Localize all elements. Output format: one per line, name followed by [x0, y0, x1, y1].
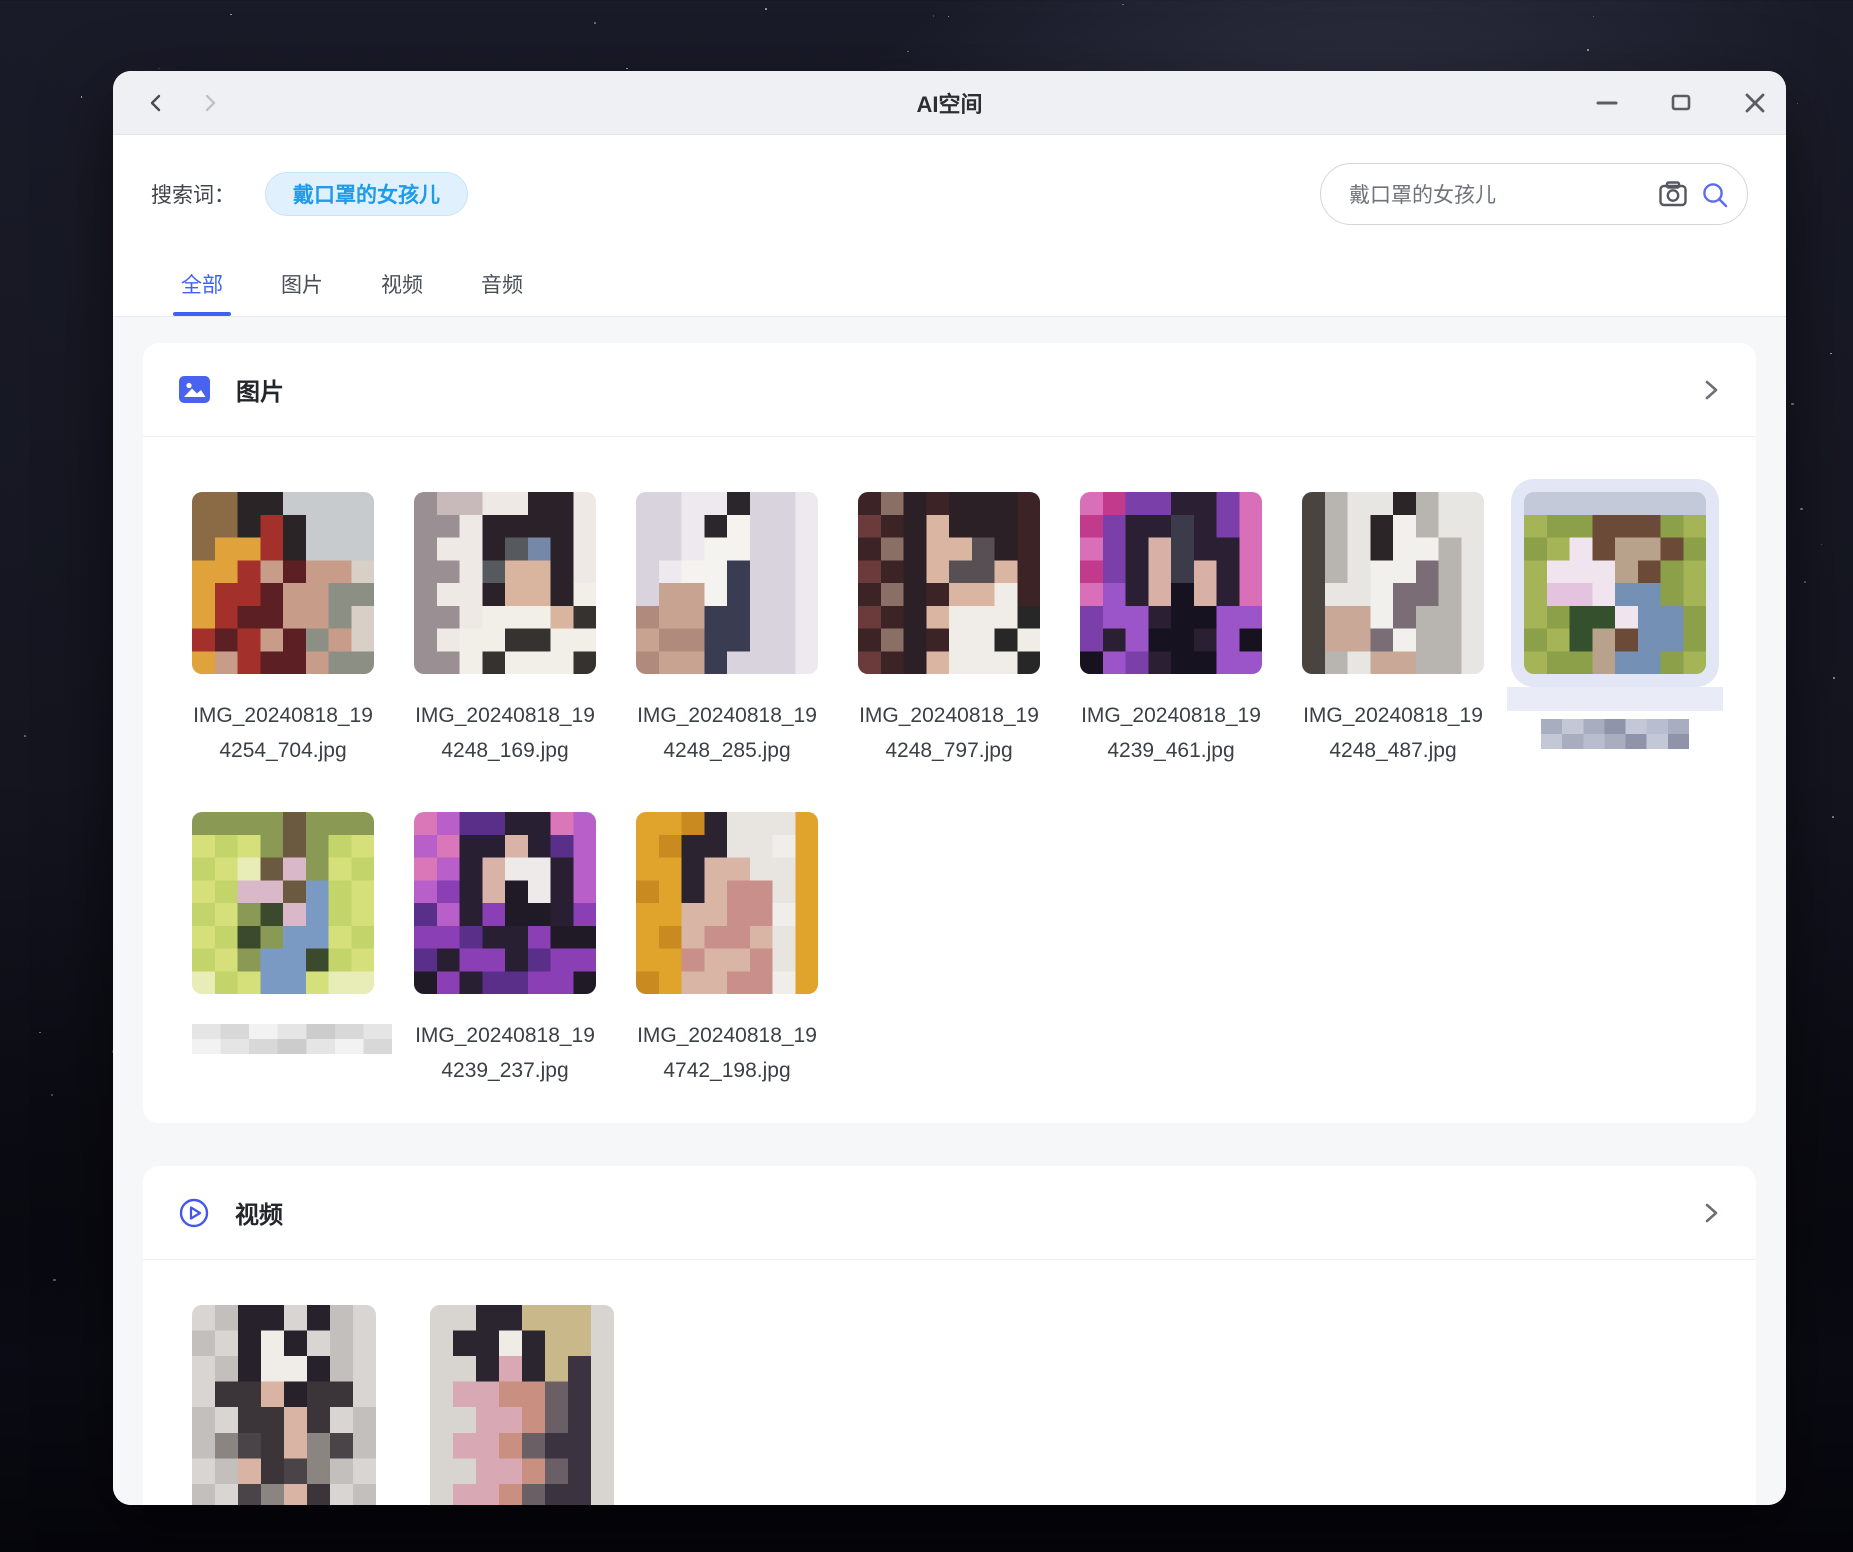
image-thumbnail[interactable]	[858, 492, 1040, 674]
titlebar: AI空间	[113, 71, 1786, 135]
thumbnail-filename: IMG_20240818_19 4248_797.jpg	[859, 704, 1039, 762]
image-thumbnail[interactable]	[414, 812, 596, 994]
pixelated-photo	[1080, 492, 1262, 674]
tab-1[interactable]: 图片	[281, 252, 323, 316]
search-icon[interactable]	[1700, 180, 1730, 210]
image-thumbnail[interactable]	[192, 812, 374, 994]
censored-filename	[1541, 719, 1689, 749]
search-term-tag[interactable]: 戴口罩的女孩儿	[265, 171, 468, 216]
video-thumbnail-item[interactable]	[430, 1305, 614, 1505]
image-icon	[179, 376, 210, 403]
search-term-label: 搜索词：	[151, 183, 235, 207]
image-thumbnail[interactable]	[414, 492, 596, 674]
thumbnail-filename: IMG_20240818_19 4248_487.jpg	[1303, 704, 1483, 762]
camera-icon[interactable]	[1658, 180, 1688, 208]
censored-filename	[192, 1024, 392, 1054]
thumbnail-filename: IMG_20240818_19 4239_237.jpg	[415, 1024, 595, 1082]
maximize-icon	[1671, 94, 1691, 110]
image-thumbnail[interactable]	[636, 492, 818, 674]
image-thumbnail[interactable]	[1302, 492, 1484, 674]
image-thumbnail-item[interactable]: IMG_20240818_19 4248_797.jpg	[858, 492, 1040, 768]
video-thumbnail[interactable]	[430, 1305, 614, 1505]
pixelated-photo	[414, 492, 596, 674]
forward-button[interactable]	[193, 86, 227, 120]
image-thumbnail-item[interactable]	[1507, 492, 1723, 768]
video-thumbnail[interactable]	[192, 1305, 376, 1505]
images-section-title: 图片	[236, 379, 284, 406]
minimize-icon	[1596, 101, 1618, 104]
search-row: 搜索词： 戴口罩的女孩儿	[113, 135, 1786, 252]
thumbnail-filename: IMG_20240818_19 4239_461.jpg	[1081, 704, 1261, 762]
results-area: 图片 IMG_20240818_19 4254_704.jpg IMG_202408…	[113, 317, 1786, 1505]
pixelated-photo	[636, 492, 818, 674]
videos-more-button[interactable]	[1702, 1202, 1720, 1224]
app-window: AI空间 搜索词： 戴口罩的女孩儿 戴口罩的女孩儿 全部 图片 视频 音频 图片…	[113, 71, 1786, 1505]
maximize-button[interactable]	[1668, 90, 1694, 116]
image-results-grid: IMG_20240818_19 4254_704.jpg IMG_20240818_…	[192, 492, 1752, 1088]
tab-3[interactable]: 音频	[481, 252, 523, 316]
image-thumbnail-item[interactable]: IMG_20240818_19 4239_461.jpg	[1080, 492, 1262, 768]
image-thumbnail[interactable]	[192, 492, 374, 674]
image-thumbnail-item[interactable]: IMG_20240818_19 4239_237.jpg	[414, 812, 596, 1088]
back-button[interactable]	[139, 86, 173, 120]
tab-0[interactable]: 全部	[181, 252, 223, 316]
videos-section-title: 视频	[235, 1202, 283, 1229]
pixelated-photo	[192, 1024, 392, 1054]
image-thumbnail-item[interactable]: IMG_20240818_19 4248_169.jpg	[414, 492, 596, 768]
image-thumbnail[interactable]	[1524, 492, 1706, 674]
thumbnail-filename: IMG_20240818_19 4254_704.jpg	[193, 704, 373, 762]
play-icon	[179, 1198, 209, 1227]
close-button[interactable]	[1742, 90, 1768, 116]
pixelated-photo	[192, 492, 374, 674]
thumbnail-filename: IMG_20240818_19 4742_198.jpg	[637, 1024, 817, 1082]
pixelated-photo	[1524, 492, 1706, 674]
censored-filename-backdrop	[1507, 687, 1723, 711]
chevron-right-icon	[1705, 1203, 1718, 1222]
chevron-left-icon	[150, 94, 161, 111]
image-thumbnail-item[interactable]: IMG_20240818_19 4248_285.jpg	[636, 492, 818, 768]
image-thumbnail-item[interactable]: IMG_20240818_19 4742_198.jpg	[636, 812, 818, 1088]
chevron-right-icon	[1705, 380, 1718, 399]
close-icon	[1745, 93, 1765, 112]
video-thumbnail-item[interactable]	[192, 1305, 376, 1505]
search-box	[1320, 162, 1748, 225]
images-more-button[interactable]	[1702, 379, 1720, 401]
pixelated-photo	[636, 812, 818, 994]
images-section-card: 图片 IMG_20240818_19 4254_704.jpg IMG_202408…	[143, 343, 1756, 1123]
video-results-grid	[192, 1305, 1756, 1505]
thumbnail-filename: IMG_20240818_19 4248_285.jpg	[637, 704, 817, 762]
pixelated-photo	[192, 812, 374, 994]
pixelated-photo	[858, 492, 1040, 674]
pixelated-photo	[414, 812, 596, 994]
image-thumbnail[interactable]	[636, 812, 818, 994]
pixelated-photo	[1541, 719, 1689, 749]
image-thumbnail-item[interactable]	[192, 812, 392, 1088]
pixelated-photo	[430, 1305, 614, 1505]
image-thumbnail-item[interactable]: IMG_20240818_19 4248_487.jpg	[1302, 492, 1484, 768]
images-section-header: 图片	[143, 343, 1756, 437]
chevron-right-icon	[205, 94, 216, 111]
image-thumbnail[interactable]	[1080, 492, 1262, 674]
videos-section-card: 视频	[143, 1166, 1756, 1505]
pixelated-photo	[192, 1305, 376, 1505]
tab-2[interactable]: 视频	[381, 252, 423, 316]
minimize-button[interactable]	[1594, 90, 1620, 116]
pixelated-photo	[1302, 492, 1484, 674]
thumbnail-filename: IMG_20240818_19 4248_169.jpg	[415, 704, 595, 762]
videos-section-header: 视频	[143, 1166, 1756, 1260]
window-title: AI空间	[916, 91, 983, 117]
image-thumbnail-item[interactable]: IMG_20240818_19 4254_704.jpg	[192, 492, 374, 768]
filter-tabs: 全部 图片 视频 音频	[113, 252, 1786, 317]
